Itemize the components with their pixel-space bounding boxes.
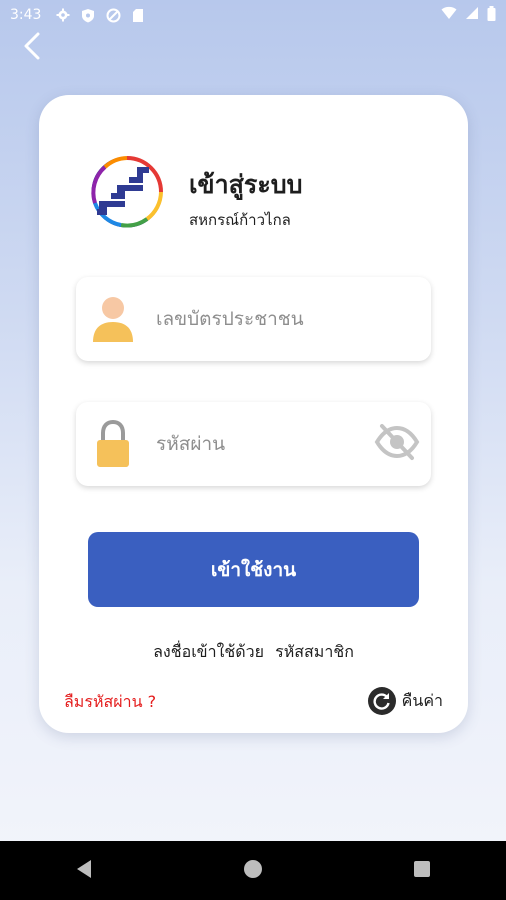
status-bar: 3:43 bbox=[0, 0, 506, 30]
lock-icon bbox=[90, 418, 136, 470]
eye-off-icon bbox=[374, 422, 420, 466]
status-right bbox=[441, 5, 496, 25]
wifi-icon bbox=[441, 6, 457, 24]
toggle-password-visibility-button[interactable] bbox=[373, 422, 421, 466]
page-title: เข้าสู่ระบบ bbox=[189, 170, 303, 199]
shield-icon bbox=[80, 7, 96, 23]
nav-back-button[interactable] bbox=[64, 851, 104, 891]
password-field[interactable] bbox=[76, 402, 431, 486]
id-card-input[interactable] bbox=[156, 308, 366, 330]
member-code-login-link[interactable]: รหัสสมาชิก bbox=[275, 642, 354, 661]
login-card: เข้าสู่ระบบ สหกรณ์ก้าวไกล เลขบัตรประชาชน… bbox=[39, 95, 468, 733]
alt-login-row: ลงชื่อเข้าใช้ด้วย รหัสสมาชิก bbox=[39, 640, 468, 665]
battery-icon bbox=[487, 5, 496, 25]
system-nav-bar bbox=[0, 841, 506, 900]
chevron-left-icon bbox=[22, 31, 42, 65]
sd-card-icon bbox=[130, 7, 146, 23]
recents-square-icon bbox=[413, 860, 431, 882]
restore-icon bbox=[367, 687, 396, 715]
nav-home-button[interactable] bbox=[233, 851, 273, 891]
status-time: 3:43 bbox=[10, 7, 42, 23]
back-button[interactable] bbox=[14, 30, 50, 66]
page-subtitle: สหกรณ์ก้าวไกล bbox=[189, 211, 291, 229]
signal-icon bbox=[465, 6, 479, 24]
nav-recents-button[interactable] bbox=[402, 851, 442, 891]
restore-label: คืนค่า bbox=[401, 690, 443, 710]
restore-button[interactable]: คืนค่า bbox=[367, 687, 443, 715]
password-input[interactable] bbox=[156, 433, 366, 455]
home-circle-icon bbox=[243, 859, 263, 883]
forgot-password-link[interactable]: ลืมรหัสผ่าน ? bbox=[64, 690, 156, 715]
id-card-field[interactable] bbox=[76, 277, 431, 361]
cooperative-logo bbox=[87, 153, 169, 231]
user-icon bbox=[90, 293, 136, 345]
no-disturb-icon bbox=[105, 7, 121, 23]
gear-icon bbox=[55, 7, 71, 23]
back-triangle-icon bbox=[75, 859, 93, 883]
alt-login-prefix: ลงชื่อเข้าใช้ด้วย bbox=[153, 642, 265, 661]
login-button[interactable]: เข้าใช้งาน bbox=[88, 532, 419, 607]
